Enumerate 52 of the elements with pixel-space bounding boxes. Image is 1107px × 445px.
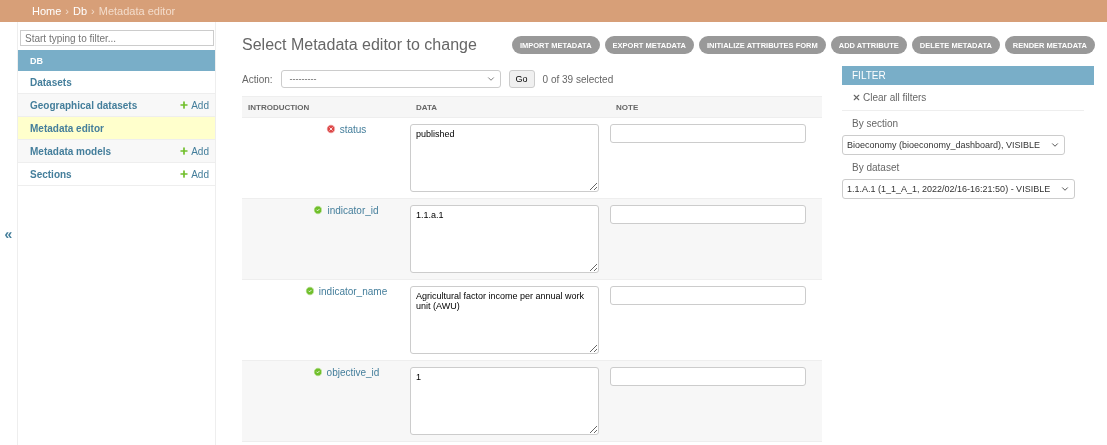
close-icon [852,93,861,102]
data-field[interactable]: published [410,124,599,192]
note-field[interactable] [610,367,806,386]
column-header: INTRODUCTION [247,102,311,112]
breadcrumb-separator: › [65,5,69,17]
plus-icon [179,146,190,156]
selection-counter: 0 of 39 selected [542,73,614,85]
filter-header: FILTER [842,66,1094,85]
model-link[interactable]: Geographical datasets [30,99,138,111]
action-select[interactable]: --------- [280,70,501,88]
module-caption: DB [18,50,215,71]
sidebar-item[interactable]: Geographical datasets Add [18,94,215,117]
attribute-link[interactable]: status [339,124,367,135]
breadcrumb-separator: › [91,5,95,17]
plus-icon [179,100,190,110]
add-link[interactable]: Add [179,99,209,111]
filter-field[interactable]: Start typing to filter... [20,30,214,46]
sidebar-item[interactable]: Metadata models Add [18,140,215,163]
column-header: DATA [415,102,439,112]
chevron-down-icon [485,74,496,84]
filter-label: By section [851,116,900,131]
page-location-text: Metadata editor [98,5,176,17]
action-label: Action: [242,73,273,85]
add-link[interactable]: Add [179,145,209,157]
model-link[interactable]: Sections [30,168,72,180]
plus-icon [179,169,190,179]
go-button[interactable]: Go [508,70,535,88]
model-link[interactable]: Datasets [30,76,72,88]
data-field[interactable]: 1.1.a.1 [410,205,599,273]
filter-select[interactable]: 1.1.A.1 (1_1_A_1, 2022/02/16-16:21:50) - VISIBLE [842,179,1076,199]
filter-select[interactable]: Bioeconomy (bioeconomy_dashboard), VISIBLE [842,135,1066,155]
note-field[interactable] [610,205,806,224]
model-link[interactable]: Metadata models [30,145,112,157]
breadcrumb-link[interactable]: Home [32,5,62,17]
clear-filters-link[interactable]: Clear all filters [842,85,1084,111]
data-field[interactable]: Agricultural factor income per annual work unit (AWU) [410,286,599,354]
sidebar-item[interactable]: Metadata editor [18,117,215,140]
data-field[interactable]: 1 [410,367,599,435]
chevron-down-icon [1050,140,1061,150]
model-link[interactable]: Metadata editor [30,122,104,134]
column-header: NOTE [615,102,640,112]
add-link[interactable]: Add [179,168,209,180]
page-title: Select Metadata editor to change [242,36,477,54]
note-field[interactable] [610,286,806,305]
filter-label: By dataset [851,160,901,175]
note-field[interactable] [610,124,806,143]
attribute-link[interactable]: objective_id [326,367,380,378]
breadcrumb-link[interactable]: Db [73,5,88,17]
chevron-down-icon [1060,184,1071,194]
attribute-link[interactable]: indicator_id [327,205,379,216]
attribute-link[interactable]: indicator_name [318,286,388,297]
collapse-sidebar-button[interactable]: « [4,225,13,242]
